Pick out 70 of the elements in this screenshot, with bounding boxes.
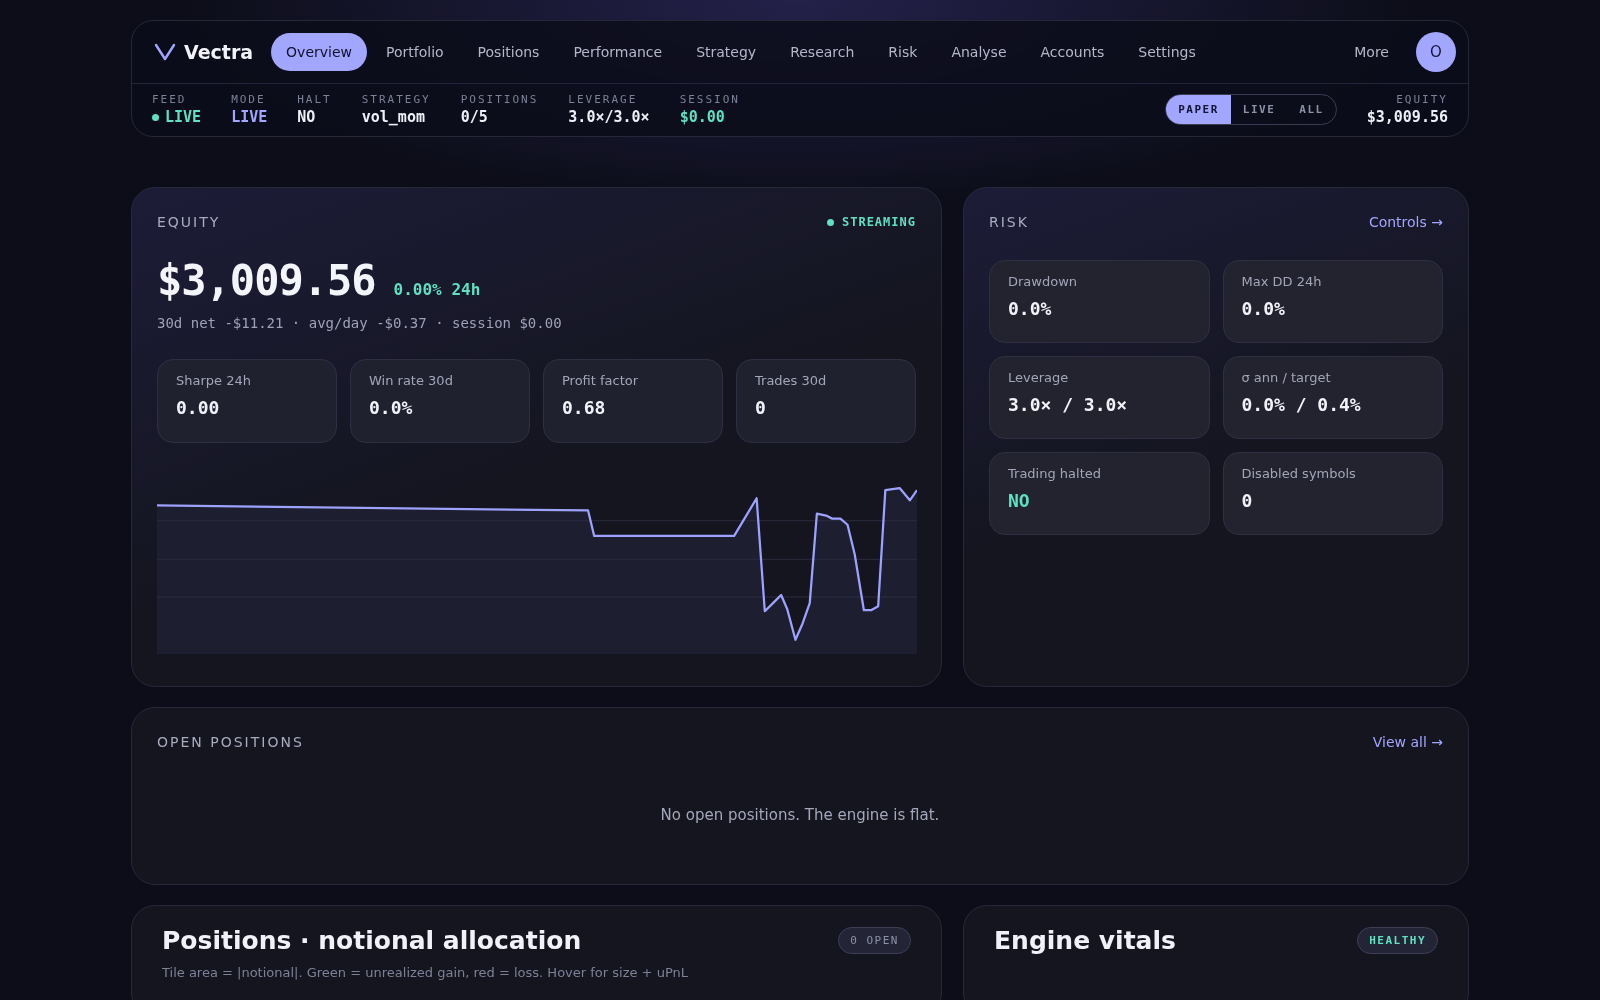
mode-option[interactable]: LIVE <box>1230 95 1288 124</box>
metric-label: Drawdown <box>1008 274 1079 289</box>
status-label: STRATEGY <box>361 93 431 106</box>
streaming-dot-icon <box>826 218 834 226</box>
card-title: EQUITY <box>157 214 221 230</box>
mode-option[interactable]: PAPER <box>1166 95 1231 124</box>
streaming-status: STREAMING <box>841 215 916 229</box>
status-value: vol_mom <box>361 108 425 126</box>
open-count-badge: 0 OPEN <box>838 927 911 954</box>
mode-option[interactable]: ALL <box>1287 95 1336 124</box>
status-label: EQUITY <box>1396 93 1448 106</box>
card-heading: Positions · notional allocation <box>162 926 582 955</box>
metric-value: 0.0% <box>369 397 414 418</box>
status-label: MODE <box>231 93 267 106</box>
allocation-caption: Tile area = |notional|. Green = unrealized gain, red = loss. Hover for size + uPnL <box>162 965 689 980</box>
metric-label: Trading halted <box>1008 466 1102 481</box>
controls-link[interactable]: Controls → <box>1368 214 1443 230</box>
user-avatar[interactable]: O <box>1416 32 1456 72</box>
status-label: LEVERAGE <box>568 93 639 106</box>
nav-tab[interactable]: Research <box>775 33 870 71</box>
equity-summary-line: 30d net -$11.21 · avg/day -$0.37 · session $0.00 <box>157 315 563 331</box>
status-value: 0/5 <box>460 108 488 126</box>
v-logo-icon <box>154 43 176 61</box>
card-title: OPEN POSITIONS <box>157 734 304 750</box>
nav-tab[interactable]: Positions <box>462 33 555 71</box>
nav-tab[interactable]: Accounts <box>1025 33 1120 71</box>
status-value: LIVE <box>231 108 268 126</box>
empty-state-message: No open positions. The engine is flat. <box>659 806 941 824</box>
status-value: 3.0×/3.0× <box>568 108 650 126</box>
metric-value: 0.0% <box>1008 298 1053 319</box>
status-label: FEED <box>152 93 188 106</box>
status-value: $3,009.56 <box>1366 108 1448 126</box>
metric-label: σ ann / target <box>1241 370 1332 385</box>
metric-value: 0.00 <box>176 397 221 418</box>
status-label: POSITIONS <box>460 93 539 106</box>
metric-label: Win rate 30d <box>369 373 454 388</box>
nav-tab[interactable]: Overview <box>271 33 367 71</box>
nav-tab[interactable]: Analyse <box>936 33 1022 71</box>
status-label: HALT <box>297 93 332 106</box>
metric-label: Trades 30d <box>755 373 828 388</box>
live-dot-icon <box>152 113 159 121</box>
metric-label: Disabled symbols <box>1241 466 1357 481</box>
equity-change: 0.00% 24h <box>393 280 481 299</box>
status-value: LIVE <box>165 108 202 126</box>
metric-value: 3.0× / 3.0× <box>1008 394 1129 415</box>
nav-tab[interactable]: Performance <box>558 33 678 71</box>
metric-value: 0.0% / 0.4% <box>1241 394 1362 415</box>
metric-label: Max DD 24h <box>1241 274 1323 289</box>
more-menu[interactable]: More <box>1339 33 1404 71</box>
metric-value: 0 <box>1241 490 1254 511</box>
status-value: NO <box>297 108 316 126</box>
nav-tab[interactable]: Risk <box>873 33 933 71</box>
metric-label: Profit factor <box>562 373 640 388</box>
status-label: SESSION <box>679 93 740 106</box>
metric-label: Leverage <box>1008 370 1070 385</box>
status-value: $0.00 <box>679 108 725 126</box>
metric-value: 0.0% <box>1241 298 1286 319</box>
card-title: RISK <box>989 214 1029 230</box>
brand-name: Vectra <box>184 41 254 63</box>
nav-tab[interactable]: Settings <box>1123 33 1211 71</box>
nav-tab[interactable]: Portfolio <box>371 33 459 71</box>
equity-value: $3,009.56 <box>157 256 376 305</box>
card-heading: Engine vitals <box>994 926 1176 955</box>
view-all-link[interactable]: View all → <box>1372 734 1443 750</box>
metric-value: 0.68 <box>562 397 607 418</box>
metric-value: 0 <box>755 397 767 418</box>
nav-tab[interactable]: Strategy <box>681 33 772 71</box>
metric-value: NO <box>1008 490 1031 511</box>
health-badge: HEALTHY <box>1357 927 1438 954</box>
metric-label: Sharpe 24h <box>176 373 252 388</box>
